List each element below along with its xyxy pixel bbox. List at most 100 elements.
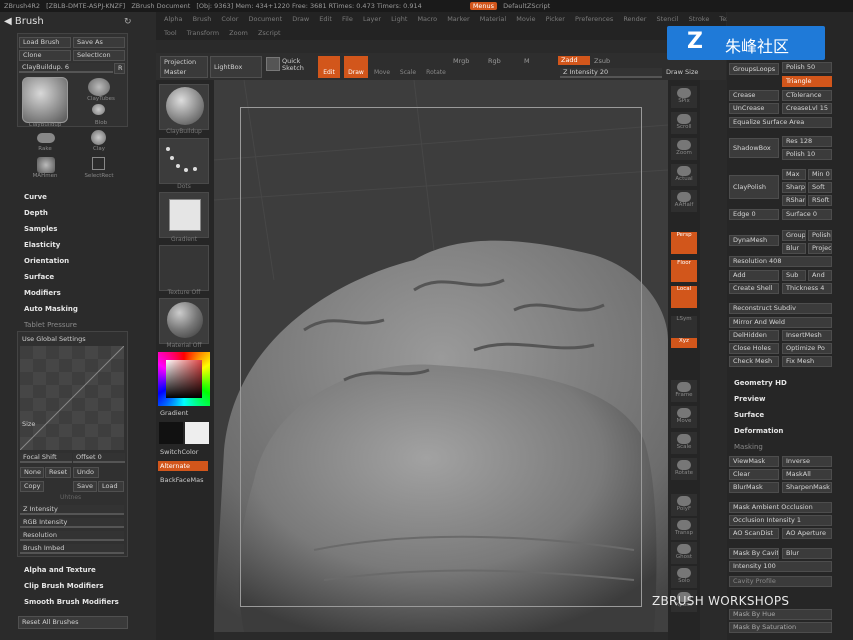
draw-button[interactable]: Draw (344, 56, 368, 78)
menu-color[interactable]: Color (221, 15, 238, 23)
lsym-button[interactable]: LSym (671, 316, 697, 338)
section-smooth-modifiers[interactable]: Smooth Brush Modifiers (24, 598, 119, 606)
secondary-color-swatch[interactable] (159, 422, 183, 444)
section-elasticity[interactable]: Elasticity (24, 241, 60, 249)
uncrease-button[interactable]: UnCrease (729, 103, 779, 114)
color-picker-square[interactable] (166, 360, 202, 398)
shelf-texture-slot[interactable] (159, 245, 209, 291)
sharp-slider[interactable]: Sharp (782, 182, 806, 193)
menu-marker[interactable]: Marker (447, 15, 469, 23)
menus-button[interactable]: Menus (469, 2, 498, 10)
menu-preferences[interactable]: Preferences (575, 15, 613, 23)
brush-thumb-claybuildup[interactable] (22, 77, 68, 123)
group-button[interactable]: Group (782, 230, 806, 241)
projection-master-button[interactable]: Projection Master (160, 56, 208, 78)
draw-size-label[interactable]: Draw Size (666, 68, 698, 76)
xyz-button[interactable]: Xyz (671, 338, 697, 348)
dynamesh-button[interactable]: DynaMesh (729, 235, 779, 246)
transp-button[interactable]: Transp (671, 518, 697, 540)
equalize-surface-button[interactable]: Equalize Surface Area (729, 117, 832, 128)
menu-zscript[interactable]: Zscript (258, 29, 281, 37)
load-curve-button[interactable]: Load (98, 481, 124, 492)
ctolerance-slider[interactable]: CTolerance (782, 90, 832, 101)
reset-button[interactable]: Reset (45, 467, 71, 478)
brush-imbed-slider[interactable]: Brush Imbed (20, 544, 124, 554)
menu-document[interactable]: Document (248, 15, 282, 23)
move-view-button[interactable]: Move (671, 406, 697, 428)
menu-tool[interactable]: Tool (164, 29, 177, 37)
brush-thumb-mahmen[interactable] (37, 157, 55, 173)
surface-slider[interactable]: Surface 0 (782, 209, 832, 220)
shelf-brush-slot[interactable] (159, 84, 209, 130)
scale-button[interactable]: Scale (397, 56, 419, 78)
section-depth[interactable]: Depth (24, 209, 48, 217)
section-masking[interactable]: Masking (734, 443, 763, 451)
save-as-button[interactable]: Save As (73, 37, 125, 48)
ghost-button[interactable]: Ghost (671, 542, 697, 564)
edit-button[interactable]: Edit (318, 56, 340, 78)
project-button[interactable]: Projec (808, 243, 832, 254)
menu-picker[interactable]: Picker (546, 15, 565, 23)
actual-button[interactable]: Actual (671, 164, 697, 186)
brush-thumb-rake[interactable] (37, 133, 55, 143)
undo-button[interactable]: Undo (73, 467, 99, 478)
polish-shadow-slider[interactable]: Polish 10 (782, 149, 832, 160)
mask-by-cavity-button[interactable]: Mask By Cavity (729, 548, 779, 559)
script-name[interactable]: DefaultZScript (503, 2, 550, 10)
menu-layer[interactable]: Layer (363, 15, 381, 23)
mask-ambient-occlusion-button[interactable]: Mask Ambient Occlusion (729, 502, 832, 513)
section-orientation[interactable]: Orientation (24, 257, 69, 265)
rgb-button[interactable]: Rgb (488, 57, 501, 65)
offset-slider[interactable]: Offset 0 (73, 453, 125, 463)
clone-button[interactable]: Clone (19, 50, 71, 61)
section-tablet-pressure[interactable]: Tablet Pressure (24, 321, 77, 329)
menu-movie[interactable]: Movie (516, 15, 535, 23)
groups-loops-button[interactable]: GroupsLoops (729, 63, 779, 75)
optimize-button[interactable]: Optimize Po (782, 343, 832, 354)
load-brush-button[interactable]: Load Brush (19, 37, 71, 48)
menu-zoom[interactable]: Zoom (229, 29, 248, 37)
shelf-material-slot[interactable] (159, 298, 209, 344)
save-curve-button[interactable]: Save (73, 481, 97, 492)
section-surface[interactable]: Surface (734, 411, 764, 419)
menu-edit[interactable]: Edit (319, 15, 332, 23)
zadd-button[interactable]: Zadd (558, 56, 590, 65)
insertmesh-button[interactable]: InsertMesh (782, 330, 832, 341)
zoom-button[interactable]: Zoom (671, 138, 697, 160)
gradient-label[interactable]: Gradient (160, 409, 188, 417)
lightbox-button[interactable]: LightBox (210, 56, 262, 78)
backface-mask-button[interactable]: BackFaceMas (160, 476, 203, 484)
floor-button[interactable]: Floor (671, 260, 697, 282)
polish-slider[interactable]: Polish 50 (782, 62, 832, 73)
section-auto-masking[interactable]: Auto Masking (24, 305, 78, 313)
move-button[interactable]: Move (371, 56, 393, 78)
min-slider[interactable]: Min 0 (808, 169, 832, 180)
alternate-button[interactable]: Alternate (158, 461, 208, 471)
brush-thumb-blob[interactable] (92, 104, 105, 115)
z-intensity-slider[interactable]: Z Intensity (20, 505, 124, 515)
shadowbox-button[interactable]: ShadowBox (729, 138, 779, 158)
creaselvl-slider[interactable]: CreaseLvl 15 (782, 103, 832, 114)
menu-light[interactable]: Light (391, 15, 407, 23)
cavity-blur-slider[interactable]: Blur (782, 548, 832, 559)
claypolish-button[interactable]: ClayPolish (729, 175, 779, 199)
section-samples[interactable]: Samples (24, 225, 57, 233)
r-button[interactable]: R (114, 63, 125, 74)
local-button[interactable]: Local (671, 286, 697, 308)
menu-stroke[interactable]: Stroke (689, 15, 710, 23)
frame-button[interactable]: Frame (671, 380, 697, 402)
triangle-button[interactable]: Triangle (782, 76, 832, 87)
mirror-weld-button[interactable]: Mirror And Weld (729, 317, 832, 328)
zsub-button[interactable]: Zsub (594, 57, 610, 65)
viewmask-button[interactable]: ViewMask (729, 456, 779, 467)
brush-thumb-clay[interactable] (91, 130, 106, 145)
blur-slider[interactable]: Blur (782, 243, 806, 254)
brush-thumb-selectrect[interactable] (92, 157, 105, 170)
menu-brush[interactable]: Brush (193, 15, 212, 23)
polyf-button[interactable]: PolyF (671, 494, 697, 516)
scale-view-button[interactable]: Scale (671, 432, 697, 454)
crease-button[interactable]: Crease (729, 90, 779, 101)
rotate-view-button[interactable]: Rotate (671, 458, 697, 480)
dynamesh-resolution-slider[interactable]: Resolution 408 (729, 256, 832, 267)
select-icon-button[interactable]: SelectIcon (73, 50, 125, 61)
